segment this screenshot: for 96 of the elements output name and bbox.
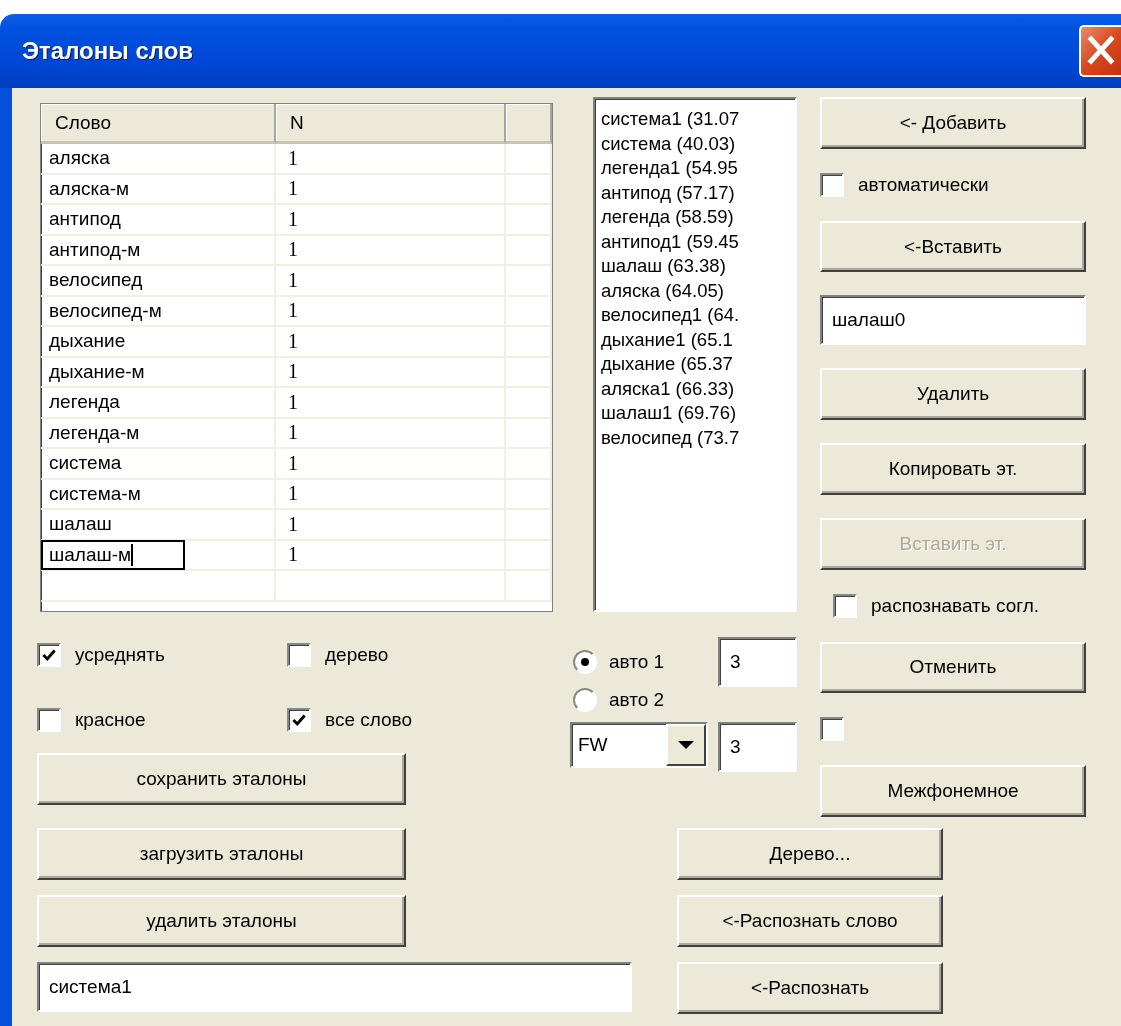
table-cell: 1 [276, 449, 506, 480]
table-cell: система-м [41, 479, 276, 510]
column-header[interactable]: N [276, 104, 506, 144]
table-cell [506, 327, 552, 358]
radio-button[interactable] [573, 687, 597, 712]
checkbox[interactable] [37, 708, 61, 732]
radio-label[interactable]: авто 2 [609, 688, 665, 711]
table-cell [506, 540, 552, 571]
checkbox[interactable] [833, 593, 857, 618]
table-cell: 1 [276, 510, 506, 541]
list-item[interactable]: аляска (64.05) [601, 278, 789, 303]
table-cell: легенда [41, 388, 276, 419]
checkbox-label[interactable]: все слово [325, 709, 413, 731]
button[interactable]: Межфонемное [820, 765, 1086, 818]
table-cell: система [41, 449, 276, 480]
table-cell: 1 [276, 235, 506, 266]
list-item[interactable]: дыхание (65.37 [601, 352, 789, 377]
table-cell: 1 [276, 418, 506, 449]
table-cell: 1 [276, 296, 506, 327]
table-cell: 1 [276, 266, 506, 297]
table-cell: аляска [41, 144, 276, 175]
table-cell: велосипед [41, 266, 276, 297]
table-cell: 1 [276, 357, 506, 388]
button[interactable]: сохранить эталоны [37, 753, 406, 805]
table-cell: антипод-м [41, 235, 276, 266]
checkbox-label[interactable]: дерево [325, 644, 389, 666]
checkbox-label[interactable]: усреднять [75, 644, 165, 666]
button[interactable]: Копировать эт. [820, 443, 1086, 495]
list-item[interactable]: система (40.03) [601, 131, 789, 156]
table-cell [506, 571, 552, 602]
button[interactable]: удалить эталоны [37, 895, 406, 947]
list-item[interactable]: велосипед1 (64. [601, 303, 789, 328]
table-cell: дыхание-м [41, 357, 276, 388]
input-field[interactable]: шалаш0 [820, 295, 1086, 346]
list-item[interactable]: велосипед (73.7 [601, 425, 789, 450]
table-cell [506, 388, 552, 419]
checkbox[interactable] [820, 172, 844, 197]
button[interactable]: <-Распознать слово [677, 895, 943, 947]
table-cell: 1 [276, 540, 506, 571]
table-cell [506, 479, 552, 510]
table-cell [506, 235, 552, 266]
dropdown-arrow-icon [678, 741, 694, 749]
input-field[interactable]: система1 [37, 962, 632, 1012]
table-cell [506, 144, 552, 175]
checkbox[interactable] [820, 717, 844, 742]
checkbox[interactable] [287, 643, 311, 667]
button[interactable]: <-Вставить [820, 220, 1086, 273]
button[interactable]: загрузить эталоны [37, 828, 406, 880]
list-item[interactable]: аляска1 (66.33) [601, 376, 789, 401]
checkbox[interactable] [37, 643, 61, 667]
table-cell: 1 [276, 388, 506, 419]
table-cell [506, 266, 552, 297]
list-item[interactable]: система1 (31.07 [601, 107, 789, 132]
button[interactable]: Дерево... [677, 828, 943, 880]
close-button[interactable] [1079, 25, 1121, 77]
list-item[interactable]: легенда (58.59) [601, 205, 789, 230]
radio-button[interactable] [573, 650, 597, 674]
column-header[interactable]: Слово [41, 104, 276, 144]
table-cell [506, 418, 552, 449]
table-cell [506, 296, 552, 327]
window-title: Эталоны слов [22, 37, 194, 65]
table-cell: велосипед-м [41, 296, 276, 327]
list-item[interactable]: легенда1 (54.95 [601, 156, 789, 181]
table-cell: 1 [276, 479, 506, 510]
button[interactable]: Удалить [820, 368, 1086, 421]
radio-label[interactable]: авто 1 [609, 651, 665, 673]
table-cell: антипод [41, 205, 276, 236]
checkbox[interactable] [287, 708, 311, 732]
table-cell [506, 205, 552, 236]
checkbox-label[interactable]: автоматически [858, 173, 989, 196]
dropdown[interactable]: FW [570, 722, 708, 768]
list-item[interactable]: шалаш (63.38) [601, 254, 789, 279]
input-field[interactable]: 3 [718, 637, 797, 687]
checkbox-label[interactable]: красное [75, 709, 146, 731]
list-item[interactable]: шалаш1 (69.76) [601, 401, 789, 426]
cell-editor[interactable]: шалаш-м [41, 539, 185, 570]
button[interactable]: Отменить [820, 641, 1086, 694]
button[interactable]: <- Добавить [820, 97, 1086, 149]
table-cell [506, 510, 552, 541]
button[interactable]: <-Распознать [677, 962, 943, 1014]
table-cell [506, 357, 552, 388]
table-cell: аляска-м [41, 174, 276, 205]
list-item[interactable]: антипод (57.17) [601, 180, 789, 205]
table-cell [506, 449, 552, 480]
input-field[interactable]: 3 [718, 722, 797, 772]
table-cell: легенда-м [41, 418, 276, 449]
table-cell: дыхание [41, 327, 276, 358]
table-cell: 1 [276, 327, 506, 358]
table-cell: 1 [276, 144, 506, 175]
checkbox-label[interactable]: распознавать согл. [871, 594, 1040, 617]
table-cell: шалаш [41, 510, 276, 541]
table-cell [506, 174, 552, 205]
list-item[interactable]: антипод1 (59.45 [601, 229, 789, 254]
table-cell: 1 [276, 205, 506, 236]
table-cell: 1 [276, 174, 506, 205]
list-item[interactable]: дыхание1 (65.1 [601, 327, 789, 352]
